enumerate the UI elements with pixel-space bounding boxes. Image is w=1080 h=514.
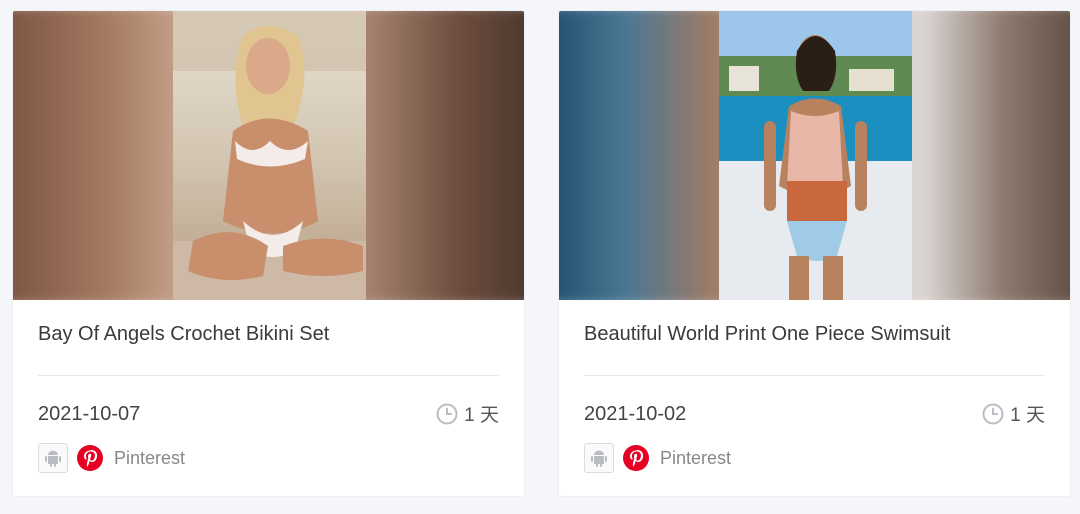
ad-photo bbox=[719, 11, 912, 300]
bikini-photo bbox=[173, 11, 366, 300]
swimsuit-photo bbox=[719, 11, 912, 300]
ad-image[interactable] bbox=[13, 11, 524, 300]
platform-list: Pinterest bbox=[38, 443, 185, 473]
clock-icon bbox=[436, 403, 458, 424]
ad-photo bbox=[173, 11, 366, 300]
duration-badge: 1 天 bbox=[982, 400, 1045, 427]
duration-text: 1 天 bbox=[1010, 405, 1045, 426]
ad-title[interactable]: Beautiful World Print One Piece Swimsuit bbox=[584, 323, 950, 346]
divider bbox=[38, 375, 499, 376]
clock-icon bbox=[982, 403, 1004, 424]
ad-title[interactable]: Bay Of Angels Crochet Bikini Set bbox=[38, 323, 329, 346]
platform-label: Pinterest bbox=[660, 447, 732, 468]
duration-text: 1 天 bbox=[464, 405, 499, 426]
platform-list: Pinterest bbox=[584, 443, 731, 473]
android-icon bbox=[584, 443, 614, 473]
ad-image[interactable] bbox=[559, 11, 1070, 300]
pinterest-icon bbox=[77, 445, 103, 471]
android-icon bbox=[38, 443, 68, 473]
divider bbox=[584, 375, 1045, 376]
ad-date: 2021-10-07 bbox=[38, 403, 141, 425]
ad-card[interactable]: Bay Of Angels Crochet Bikini Set 2021-10… bbox=[12, 10, 525, 497]
ad-card[interactable]: Beautiful World Print One Piece Swimsuit… bbox=[558, 10, 1071, 497]
ad-date: 2021-10-02 bbox=[584, 403, 687, 425]
pinterest-icon bbox=[623, 445, 649, 471]
platform-label: Pinterest bbox=[114, 447, 186, 468]
duration-badge: 1 天 bbox=[436, 400, 499, 427]
